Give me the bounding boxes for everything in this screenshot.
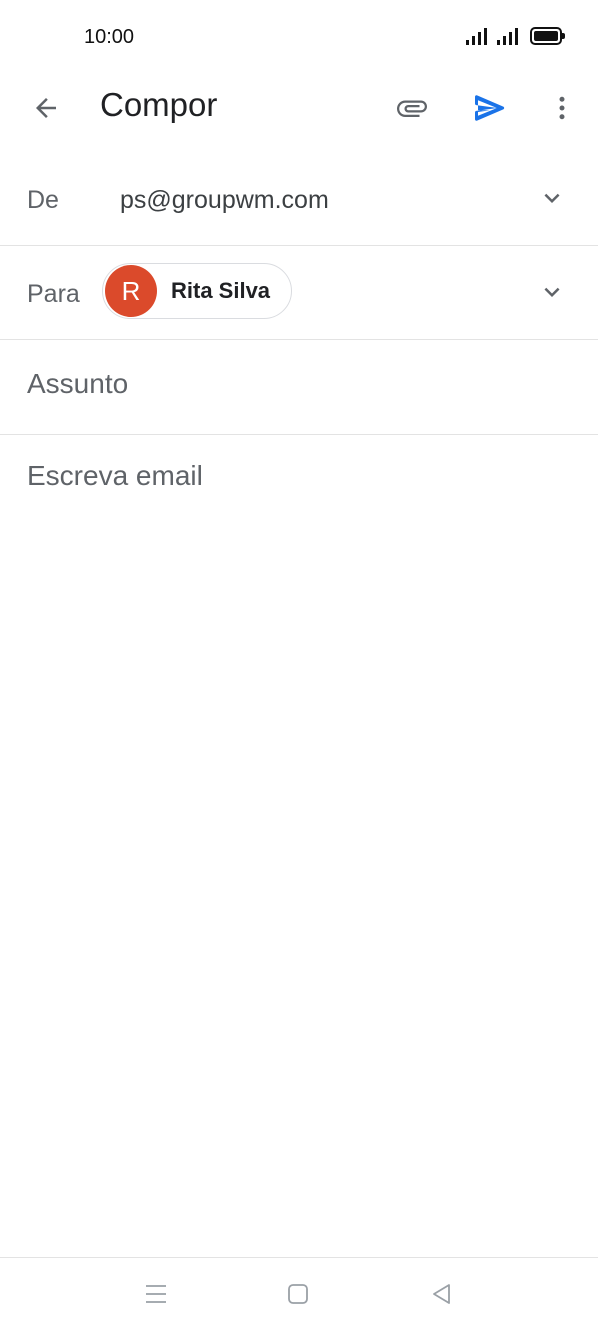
back-triangle-icon — [433, 1284, 450, 1304]
recipient-chip[interactable]: R Rita Silva — [102, 263, 292, 319]
from-expand-button[interactable] — [530, 176, 574, 220]
from-row: De ps@groupwm.com — [0, 152, 598, 246]
email-body-input[interactable]: Escreva email — [27, 460, 203, 492]
recent-apps-button[interactable] — [134, 1272, 178, 1316]
send-icon — [475, 95, 505, 121]
attach-button[interactable] — [388, 84, 436, 132]
more-vertical-icon — [559, 96, 565, 120]
to-row: Para R Rita Silva — [0, 246, 598, 340]
from-label: De — [27, 186, 59, 214]
send-button[interactable] — [466, 84, 514, 132]
recipient-name: Rita Silva — [171, 278, 271, 303]
signal-icon — [466, 27, 487, 45]
chevron-down-icon — [544, 193, 560, 203]
to-label: Para — [27, 280, 80, 308]
subject-input[interactable]: Assunto — [27, 368, 128, 400]
avatar: R — [105, 265, 157, 317]
home-button[interactable] — [276, 1272, 320, 1316]
to-expand-button[interactable] — [530, 270, 574, 314]
paperclip-icon — [397, 100, 427, 117]
app-bar: Compor — [0, 76, 598, 140]
navigation-bar — [0, 1257, 598, 1331]
from-account-field[interactable]: ps@groupwm.com — [120, 186, 329, 215]
battery-icon — [530, 27, 565, 45]
subject-row: Assunto — [0, 340, 598, 435]
menu-icon — [146, 1285, 166, 1303]
more-options-button[interactable] — [538, 84, 586, 132]
page-title: Compor — [100, 86, 218, 123]
status-time: 10:00 — [84, 26, 135, 48]
home-square-icon — [288, 1284, 308, 1304]
signal-icon — [497, 27, 518, 45]
system-back-button[interactable] — [420, 1272, 464, 1316]
chevron-down-icon — [544, 287, 560, 297]
status-bar: 10:00 — [0, 0, 598, 76]
arrow-left-icon — [36, 98, 56, 118]
back-button[interactable] — [22, 84, 70, 132]
status-icons — [466, 27, 565, 45]
